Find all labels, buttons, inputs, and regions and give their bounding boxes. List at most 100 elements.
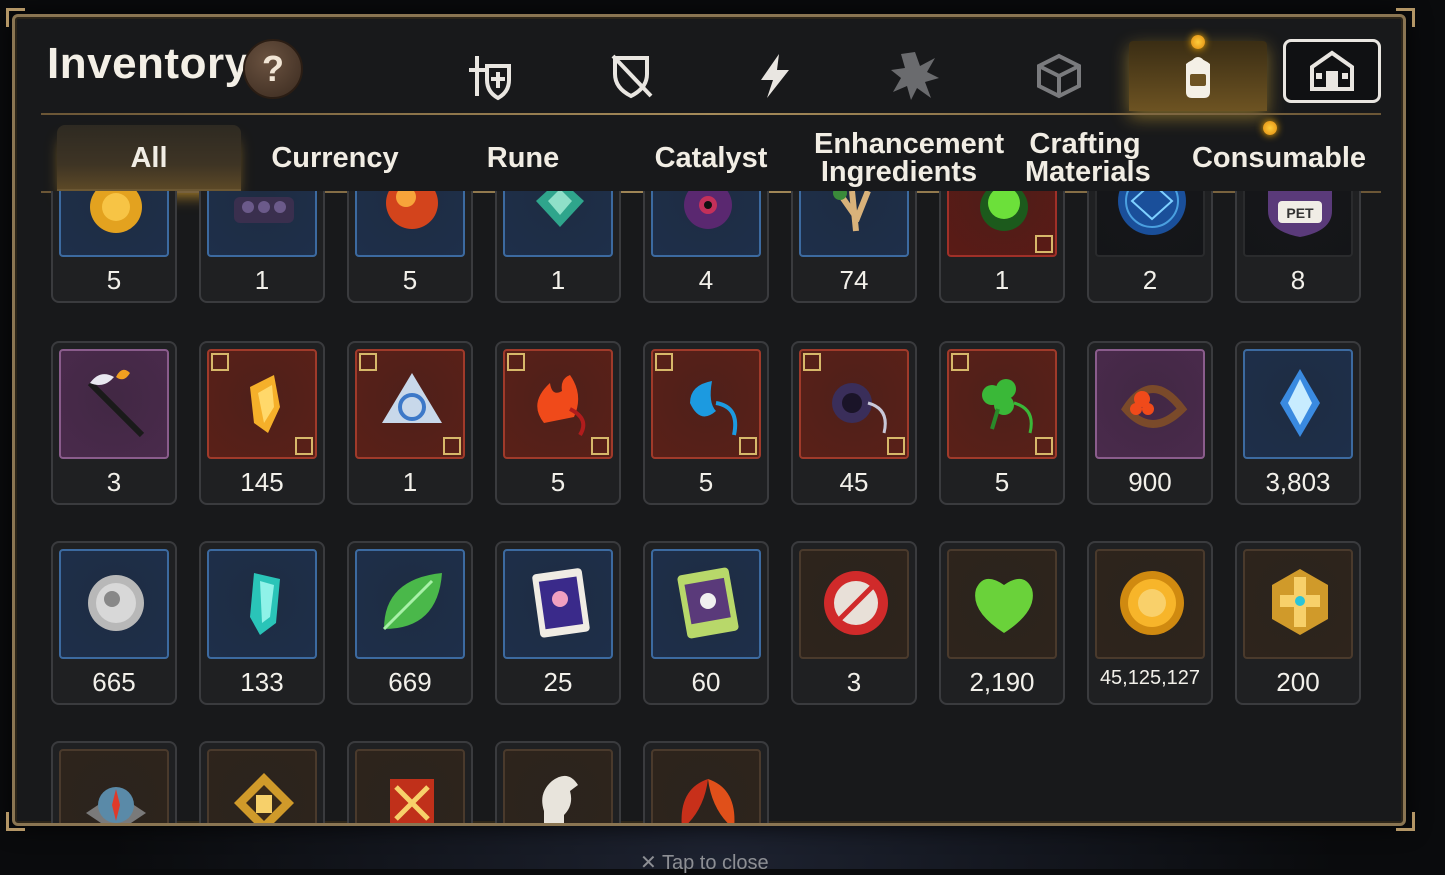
rarity-corner [951,353,969,371]
item-quantity: 1 [402,467,418,497]
tab-rune[interactable]: Rune [429,125,617,191]
tab-all[interactable]: All [57,125,241,191]
inventory-item[interactable] [643,741,769,823]
item-frame [799,549,909,659]
rarity-corner [591,437,609,455]
triquetra-crystal-icon [382,373,442,423]
inventory-item[interactable]: 3 [791,541,917,705]
shadow-amulet-icon [832,383,887,434]
inventory-panel: Inventory ? All Currency Rune Catalyst E… [12,14,1406,826]
item-quantity: 2,190 [969,667,1035,697]
inventory-item[interactable]: 45 [791,341,917,505]
tab-consumable[interactable]: Consumable [1179,125,1379,191]
item-quantity: 45 [839,467,869,497]
inventory-item[interactable]: 200 [1235,541,1361,705]
golden-crystal-icon [250,375,280,433]
inventory-item[interactable]: 5 [939,341,1065,505]
backpack-icon [1186,57,1210,98]
page-title: Inventory [47,39,250,88]
item-frame [207,191,317,257]
category-artifacts[interactable] [855,41,975,111]
inventory-item[interactable]: 74 [791,191,917,303]
inventory-item[interactable]: 3,803 [1235,341,1361,505]
inventory-item[interactable]: 5 [51,191,177,303]
item-frame [1095,549,1205,659]
dark-scales-icon [234,197,294,223]
inventory-item[interactable]: 669 [347,541,473,705]
inventory-item[interactable]: 45,125,127 [1087,541,1213,705]
category-blocks[interactable] [999,41,1119,111]
item-frame [355,349,465,459]
category-accessories[interactable] [571,41,691,111]
knight-piece-icon [542,775,578,823]
inventory-item[interactable]: 665 [51,541,177,705]
help-button[interactable]: ? [243,39,303,99]
item-frame [1095,349,1205,459]
inventory-item[interactable]: 133 [199,541,325,705]
inventory-item[interactable]: 25 [495,541,621,705]
inventory-item[interactable]: 1 [347,341,473,505]
inventory-item[interactable]: 1 [495,191,621,303]
lightning-icon [761,54,789,98]
inventory-item[interactable]: 5 [495,341,621,505]
inventory-item[interactable]: 4 [643,191,769,303]
category-inventory[interactable] [1129,41,1267,111]
green-heart-icon [975,578,1033,633]
spiky-artifact-icon [891,52,939,100]
tab-currency[interactable]: Currency [241,125,429,191]
item-frame [799,191,909,257]
flower-ring-icon [1121,385,1188,428]
inventory-item[interactable]: PET 8 [1235,191,1361,303]
inventory-item[interactable] [347,741,473,823]
fire-amulet-icon [537,375,586,437]
inventory-item[interactable]: 145 [199,341,325,505]
rarity-corner [739,437,757,455]
tab-catalyst[interactable]: Catalyst [617,125,805,191]
inventory-item[interactable]: 5 [347,191,473,303]
silver-coin-icon [88,575,144,631]
inventory-item[interactable] [495,741,621,823]
fist-emblem-icon [234,773,294,823]
feather-staff-icon [87,369,145,438]
category-gear[interactable] [431,41,551,111]
root-herb-icon [833,191,871,232]
green-leaf-icon [382,573,442,631]
item-quantity: 1 [994,265,1010,295]
item-frame [59,549,169,659]
item-quantity: 200 [1276,667,1320,697]
inventory-item[interactable]: 5 [643,341,769,505]
category-fortress[interactable] [1283,39,1381,103]
item-quantity: 5 [402,265,418,295]
rarity-corner [359,353,377,371]
category-boosts[interactable] [715,41,835,111]
tab-enhancement-ingredients[interactable]: Enhancement Ingredients [807,125,1004,191]
inventory-item[interactable]: 60 [643,541,769,705]
item-frame [1243,549,1353,659]
inventory-item[interactable]: 3 [51,341,177,505]
item-frame [1243,349,1353,459]
blue-rune-disc-icon [1118,191,1186,235]
tab-crafting-materials[interactable]: Crafting Materials [995,125,1175,191]
inventory-item[interactable]: 1 [199,191,325,303]
inventory-item[interactable]: 900 [1087,341,1213,505]
item-frame [947,349,1057,459]
inventory-item[interactable]: 2 [1087,191,1213,303]
inventory-item[interactable] [51,741,177,823]
fortress-icon [1310,50,1354,91]
magma-orb-icon [386,191,438,229]
item-frame [947,191,1057,257]
purple-scroll-icon [532,568,590,638]
teal-shard-icon [250,573,280,635]
close-icon: ✕ [640,852,662,874]
item-quantity: 3 [106,467,122,497]
pet-badge-icon: PET [1268,191,1332,237]
inventory-item[interactable]: 1 [939,191,1065,303]
inventory-item[interactable] [199,741,325,823]
item-quantity: 665 [92,667,136,697]
item-quantity: 1 [550,265,566,295]
consumable-notification-dot [1263,121,1277,135]
close-hint[interactable]: ✕ Tap to close [640,850,769,875]
inventory-item[interactable]: 2,190 [939,541,1065,705]
item-frame [59,191,169,257]
rarity-corner [443,437,461,455]
